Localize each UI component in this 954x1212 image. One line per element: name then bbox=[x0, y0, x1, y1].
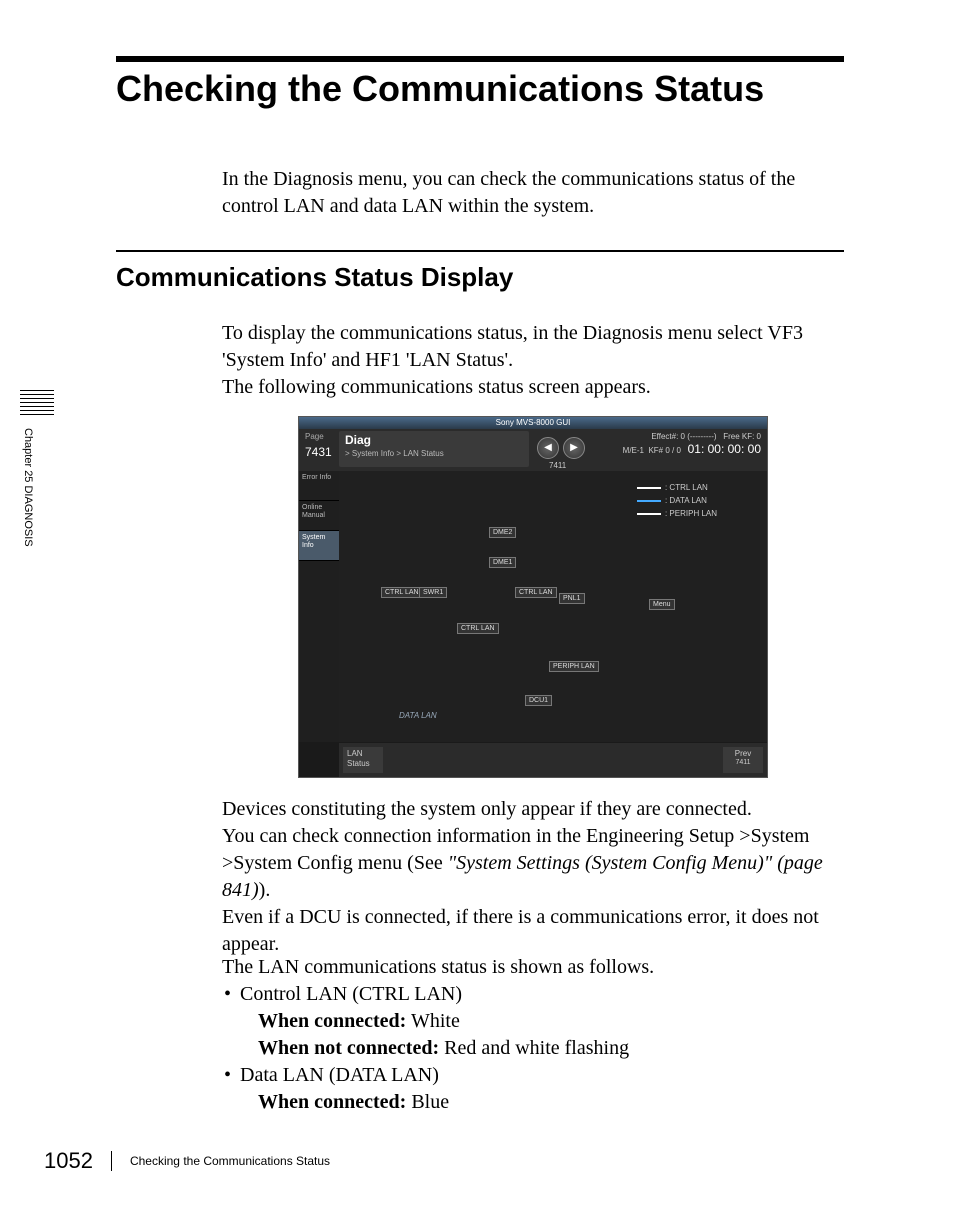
data-lan-label: DATA LAN bbox=[399, 711, 437, 720]
data-lan-title: Data LAN (DATA LAN) bbox=[240, 1064, 439, 1086]
section-intro: To display the communications status, in… bbox=[222, 320, 844, 401]
sidebar-error-info[interactable]: Error Info bbox=[299, 471, 339, 501]
legend: : CTRL LAN : DATA LAN : PERIPH LAN bbox=[637, 483, 717, 522]
dme2-box: DME2 bbox=[489, 527, 516, 538]
ctrl-not-connected: When not connected: Red and white flashi… bbox=[240, 1035, 844, 1062]
diag-title: Diag bbox=[345, 433, 523, 447]
footer-page-number: 1052 bbox=[44, 1148, 93, 1174]
pnl1-box: PNL1 bbox=[559, 593, 585, 604]
swr1-box: SWR1 bbox=[419, 587, 447, 598]
bullet-ctrl-lan: Control LAN (CTRL LAN) When connected: W… bbox=[222, 981, 844, 1062]
sidebar-online-manual[interactable]: Online Manual bbox=[299, 501, 339, 531]
footer-title: Checking the Communications Status bbox=[130, 1154, 330, 1168]
page-heading: Checking the Communications Status bbox=[116, 68, 764, 110]
legend-ctrl-swatch bbox=[637, 487, 661, 489]
section-heading: Communications Status Display bbox=[116, 262, 513, 293]
breadcrumb-box: Diag > System Info > LAN Status bbox=[339, 431, 529, 467]
me-label: M/E-1 bbox=[623, 446, 644, 455]
nav-prev-button[interactable]: ◀ bbox=[537, 437, 559, 459]
side-rail-lines bbox=[20, 390, 54, 420]
legend-periph: : PERIPH LAN bbox=[665, 509, 717, 518]
periph-lan-label: PERIPH LAN bbox=[549, 661, 599, 672]
lan-status-tab[interactable]: LAN Status bbox=[343, 747, 383, 773]
para1-line-a: To display the communications status, in… bbox=[222, 320, 844, 374]
rule-thick bbox=[116, 56, 844, 62]
nav-next-button[interactable]: ▶ bbox=[563, 437, 585, 459]
effect-label: Effect#: 0 (---------) bbox=[651, 432, 716, 441]
lan-status-screenshot: Sony MVS-8000 GUI Page 7431 Diag > Syste… bbox=[298, 416, 768, 778]
data-connected: When connected: Blue bbox=[240, 1089, 844, 1116]
legend-data-swatch bbox=[637, 500, 661, 502]
ctrl-connected-val: White bbox=[406, 1010, 460, 1032]
timecode: 01: 00: 00: 00 bbox=[688, 442, 761, 456]
para3-intro: The LAN communications status is shown a… bbox=[222, 954, 844, 981]
menu-box: Menu bbox=[649, 599, 675, 610]
screenshot-footer: LAN Status Prev 7411 bbox=[339, 743, 767, 777]
legend-periph-swatch bbox=[637, 513, 661, 515]
para2-d: Even if a DCU is connected, if there is … bbox=[222, 904, 844, 958]
status-explanation: The LAN communications status is shown a… bbox=[222, 954, 844, 1116]
nav-page-number: 7411 bbox=[549, 461, 566, 470]
para1-line-b: The following communications status scre… bbox=[222, 374, 844, 401]
footer-separator bbox=[111, 1151, 112, 1171]
prev-button[interactable]: Prev 7411 bbox=[723, 747, 763, 773]
page-number-7431: 7431 bbox=[305, 445, 332, 459]
para2-a: Devices constituting the system only app… bbox=[222, 796, 844, 823]
device-notes: Devices constituting the system only app… bbox=[222, 796, 844, 958]
data-connected-label: When connected: bbox=[258, 1091, 406, 1113]
ctrl-lan-left: CTRL LAN bbox=[381, 587, 423, 598]
header-status: Effect#: 0 (---------) Free KF: 0 M/E-1 … bbox=[623, 432, 761, 458]
free-kf: Free KF: 0 bbox=[723, 432, 761, 441]
ctrl-lan-title: Control LAN (CTRL LAN) bbox=[240, 983, 462, 1005]
page-footer: 1052 Checking the Communications Status bbox=[44, 1148, 844, 1172]
page-label: Page bbox=[305, 432, 324, 441]
screenshot-header: Page 7431 Diag > System Info > LAN Statu… bbox=[299, 429, 767, 471]
sidebar-system-info[interactable]: System Info bbox=[299, 531, 339, 561]
prev-label: Prev bbox=[727, 749, 759, 759]
ctrl-lan-label: CTRL LAN bbox=[457, 623, 499, 634]
ctrl-lan-mid: CTRL LAN bbox=[515, 587, 557, 598]
legend-ctrl: : CTRL LAN bbox=[665, 483, 708, 492]
dcu1-box: DCU1 bbox=[525, 695, 552, 706]
ctrl-notconnected-label: When not connected: bbox=[258, 1037, 439, 1059]
lan-diagram: : CTRL LAN : DATA LAN : PERIPH LAN DME2 … bbox=[339, 471, 767, 742]
para2-c: ). bbox=[259, 879, 271, 901]
ctrl-notconnected-val: Red and white flashing bbox=[439, 1037, 629, 1059]
para2-b: You can check connection information in … bbox=[222, 823, 844, 904]
side-rail-text: Chapter 25 DIAGNOSIS bbox=[22, 428, 34, 547]
legend-data: : DATA LAN bbox=[665, 496, 707, 505]
screenshot-sidebar: Error Info Online Manual System Info bbox=[299, 471, 339, 742]
ctrl-connected-label: When connected: bbox=[258, 1010, 406, 1032]
bullet-data-lan: Data LAN (DATA LAN) When connected: Blue bbox=[222, 1062, 844, 1116]
breadcrumb-path: > System Info > LAN Status bbox=[345, 449, 523, 458]
ctrl-connected: When connected: White bbox=[240, 1008, 844, 1035]
data-connected-val: Blue bbox=[406, 1091, 449, 1113]
window-titlebar: Sony MVS-8000 GUI bbox=[299, 417, 767, 429]
kf-label: KF# 0 / 0 bbox=[648, 446, 680, 455]
dme1-box: DME1 bbox=[489, 557, 516, 568]
side-rail: Chapter 25 DIAGNOSIS bbox=[20, 390, 54, 610]
prev-num: 7411 bbox=[727, 759, 759, 767]
rule-thin bbox=[116, 250, 844, 252]
intro-paragraph: In the Diagnosis menu, you can check the… bbox=[222, 166, 844, 220]
